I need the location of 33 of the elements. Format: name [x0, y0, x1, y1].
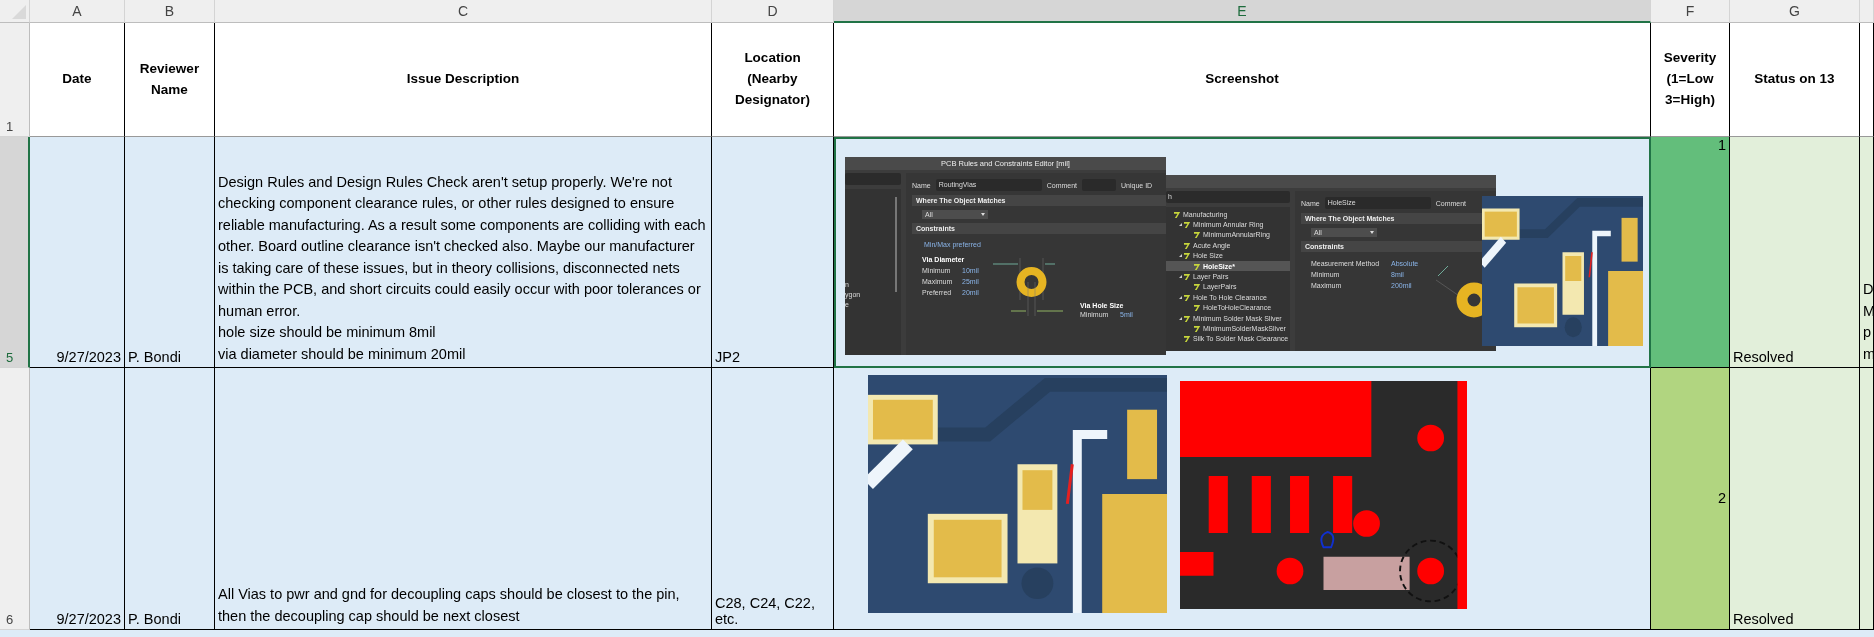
row-header[interactable]: 1	[0, 23, 30, 137]
table-cell: JP2	[715, 349, 740, 365]
column-title: Location (Nearby Designator)	[712, 23, 834, 137]
table-cell: Resolved	[1730, 368, 1860, 630]
caret-icon	[981, 213, 985, 216]
table-cell: 2	[1651, 368, 1730, 630]
caret-icon	[1370, 231, 1374, 234]
row-header[interactable]: 6	[0, 368, 30, 630]
table-cell: P. Bondi	[128, 349, 181, 365]
table-cell: 9/27/2023	[56, 611, 121, 627]
table-cell: P. Bondi	[128, 611, 181, 627]
column-header[interactable]: A	[30, 0, 125, 23]
table-cell-text: C28, C24, C22, etc.	[715, 595, 816, 627]
column-title: Reviewer Name	[125, 23, 215, 137]
column-header[interactable]	[1860, 0, 1874, 23]
table-cell: Resolved	[1730, 137, 1860, 368]
table-cell: 1	[1651, 137, 1730, 368]
issue-description: All Vias to pwr and gnd for decoupling caps should be closest to the pin, then the decoupling cap should be next closest	[218, 585, 681, 626]
column-header[interactable]: B	[125, 0, 215, 23]
table-cell: 9/27/2023	[56, 349, 121, 365]
column-header[interactable]: E	[834, 0, 1651, 23]
column-header[interactable]: D	[712, 0, 834, 23]
column-title: Issue Description	[215, 23, 712, 137]
column-header[interactable]: F	[1651, 0, 1730, 23]
column-title: Date	[30, 23, 125, 137]
search-field[interactable]	[845, 173, 901, 185]
issue-description: Design Rules and Design Rules Check aren't setup properly. We're not checking component clearance rules, or other rules designed to ensure reliable manufacturing. As a result some components are colliding with each other. Board outline clearance isn't checked also. Maybe our manufacturer is taking care of these issues, but in theory collisions, disconnected nets within the PCB, and short circuits could easily occur with poor tolerances or human error. hole size should be minimum 8mil via diameter should be minimum 20mil	[218, 172, 707, 364]
column-header[interactable]: G	[1730, 0, 1860, 23]
column-title: Screenshot	[834, 23, 1651, 137]
column-title: Status on 13	[1730, 23, 1860, 137]
column-header[interactable]: C	[215, 0, 712, 23]
column-title: Severity (1=Low 3=High)	[1651, 23, 1730, 137]
row-header[interactable]: 5	[0, 137, 30, 368]
